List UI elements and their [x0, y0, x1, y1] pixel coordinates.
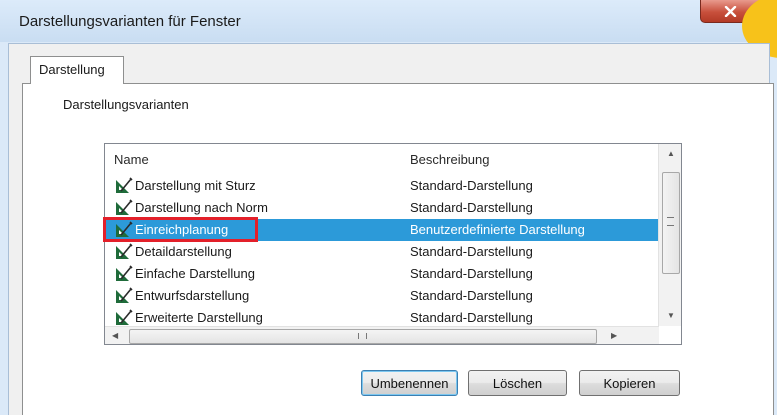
rename-button[interactable]: Umbenennen: [361, 370, 458, 396]
title-bar[interactable]: Darstellungsvarianten für Fenster: [0, 0, 777, 42]
scroll-up-icon[interactable]: ▲: [667, 150, 675, 158]
variants-list[interactable]: Name Beschreibung Darstellung mit Sturz S…: [104, 143, 682, 345]
list-item[interactable]: Entwurfsdarstellung Standard-Darstellung: [106, 285, 658, 307]
column-header-name[interactable]: Name: [114, 152, 149, 167]
drafting-ruler-icon: [116, 287, 133, 303]
item-description: Benutzerdefinierte Darstellung: [410, 222, 585, 237]
list-item[interactable]: Einfache Darstellung Standard-Darstellung: [106, 263, 658, 285]
tab-label: Darstellung: [39, 62, 105, 77]
vertical-scroll-thumb[interactable]: [662, 172, 680, 274]
column-header-description[interactable]: Beschreibung: [410, 152, 490, 167]
list-item[interactable]: Darstellung mit Sturz Standard-Darstellun…: [106, 175, 658, 197]
scroll-right-icon[interactable]: ▶: [611, 332, 617, 340]
drafting-ruler-icon: [116, 265, 133, 281]
close-icon: [724, 5, 736, 17]
group-label: Darstellungsvarianten: [63, 97, 189, 112]
vertical-scrollbar[interactable]: ▲ ▼: [658, 144, 681, 326]
item-description: Standard-Darstellung: [410, 178, 533, 193]
item-name: Detaildarstellung: [135, 244, 232, 259]
scroll-down-icon[interactable]: ▼: [667, 312, 675, 320]
item-description: Standard-Darstellung: [410, 200, 533, 215]
item-name: Entwurfsdarstellung: [135, 288, 250, 303]
drafting-ruler-icon: [116, 177, 133, 193]
window-title: Darstellungsvarianten für Fenster: [19, 13, 241, 30]
item-name: Darstellung nach Norm: [135, 200, 268, 215]
drafting-ruler-icon: [116, 199, 133, 215]
grip-icon: [358, 333, 367, 339]
dialog-window: Darstellungsvarianten für Fenster Darste…: [0, 0, 777, 415]
item-description: Standard-Darstellung: [410, 288, 533, 303]
item-name: Erweiterte Darstellung: [135, 310, 263, 325]
copy-button[interactable]: Kopieren: [579, 370, 680, 396]
item-description: Standard-Darstellung: [410, 310, 533, 325]
tab-darstellung[interactable]: Darstellung: [30, 56, 124, 84]
item-name: Einfache Darstellung: [135, 266, 255, 281]
list-item[interactable]: Detaildarstellung Standard-Darstellung: [106, 241, 658, 263]
drafting-ruler-icon: [116, 243, 133, 259]
item-description: Standard-Darstellung: [410, 244, 533, 259]
list-item[interactable]: Darstellung nach Norm Standard-Darstellun…: [106, 197, 658, 219]
horizontal-scrollbar[interactable]: ◀ ▶: [105, 326, 659, 344]
highlight-box: [103, 217, 258, 242]
scroll-left-icon[interactable]: ◀: [112, 332, 118, 340]
drafting-ruler-icon: [116, 309, 133, 325]
grip-icon: [667, 217, 674, 226]
item-description: Standard-Darstellung: [410, 266, 533, 281]
delete-button[interactable]: Löschen: [468, 370, 567, 396]
item-name: Darstellung mit Sturz: [135, 178, 256, 193]
horizontal-scroll-thumb[interactable]: [129, 329, 597, 344]
